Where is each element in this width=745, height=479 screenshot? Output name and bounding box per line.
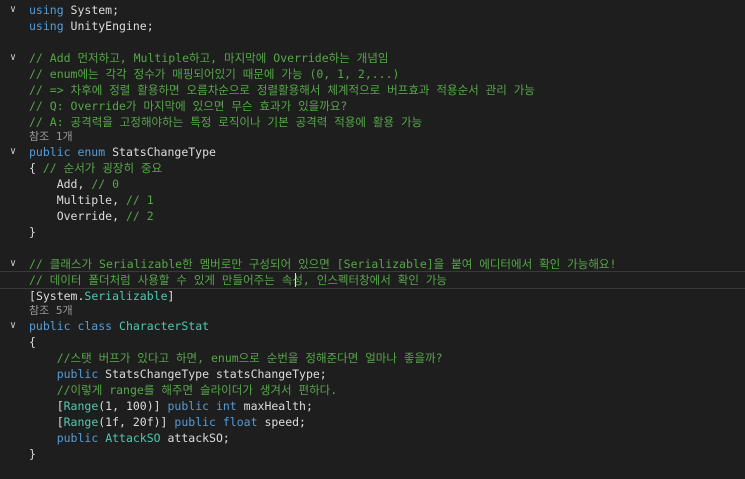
code-line[interactable]: Add, // 0 [0,176,745,192]
code-token: System. [35,289,85,303]
code-line[interactable]: { [0,334,745,350]
code-token: StatsChangeType [105,145,216,159]
code-comment: // 1 [125,193,154,207]
code-token: } [29,225,36,239]
code-keyword: using [29,3,64,17]
code-token: [ [29,415,64,429]
code-token: UnityEngine; [63,19,154,33]
code-line[interactable]: ∨ public enum StatsChangeType [0,144,745,160]
code-line[interactable]: Multiple, // 1 [0,192,745,208]
code-token: } [29,447,36,461]
code-comment: // 2 [125,209,154,223]
code-token: (1, 100)] [98,399,168,413]
code-comment: // Q: Override가 마지막에 있으면 무슨 효과가 있을까요? [29,99,348,113]
code-line[interactable]: //이렇게 range를 해주면 슬라이더가 생겨서 편하다. [0,382,745,398]
code-comment: // 데이터 폴더처럼 사용할 수 있게 만들어주는 속성, 인스펙터창에서 확… [29,273,447,287]
code-line[interactable]: Override, // 2 [0,208,745,224]
code-comment: // 클래스가 Serializable한 멤버로만 구성되어 있으면 [Ser… [29,257,617,271]
code-keyword: public class [29,319,113,333]
code-line[interactable]: ∨ using System; [0,2,745,18]
code-editor[interactable]: ∨ using System; using UnityEngine; ∨// Add … [0,2,745,462]
code-token: Range [63,415,99,429]
code-line[interactable]: ∨ // Add 먼저하고, Multiple하고, 마지막에 Override하… [0,50,745,66]
code-line[interactable] [0,34,745,50]
code-comment: // 순서가 굉장히 중요 [42,161,163,175]
code-token: Add, [29,177,92,191]
code-keyword: public enum [29,145,106,159]
code-comment: // 0 [91,177,120,191]
code-token: Range [63,399,99,413]
code-token: AttackSO [105,431,161,445]
code-token: Override, [29,209,126,223]
code-comment: // enum에는 각각 정수가 매핑되어있기 때문에 가능 (0, 1, 2,… [29,67,400,81]
code-token: { [29,161,43,175]
code-token: ] [167,289,175,303]
codelens-reference-count[interactable]: 참조 5개 [0,304,745,318]
code-token: speed; [257,415,306,429]
reference-count-label: 참조 5개 [29,304,73,317]
code-line[interactable]: ∨ // 클래스가 Serializable한 멤버로만 구성되어 있으면 [Se… [0,256,745,272]
codelens-reference-count[interactable]: 참조 1개 [0,130,745,144]
code-token: Multiple, [29,193,126,207]
code-comment: //스탯 버프가 있다고 하면, enum으로 순번을 정해준다면 얼마나 좋을… [56,351,443,365]
code-comment: // A: 공격력을 고정해야하는 특정 로직이나 기본 공격력 적용에 활용 … [29,115,423,129]
code-line[interactable]: public StatsChangeType statsChangeType; [0,366,745,382]
code-token: maxHealth; [236,399,313,413]
code-token: { [29,335,36,349]
fold-chevron-icon[interactable]: ∨ [7,50,19,66]
code-comment: //이렇게 range를 해주면 슬라이더가 생겨서 편하다. [56,383,338,397]
code-keyword: using [29,19,64,33]
code-keyword: public [56,367,99,381]
code-comment: // => 차후에 정렬 활용하면 오름차순으로 정렬활용해서 체계적으로 버프… [29,83,535,97]
code-keyword: public [56,431,99,445]
code-keyword: public int [167,399,237,413]
code-line[interactable]: [Range(1f, 20f)] public float speed; [0,414,745,430]
reference-count-label: 참조 1개 [29,130,73,143]
code-token: StatsChangeType statsChangeType; [98,367,327,381]
fold-chevron-icon[interactable]: ∨ [7,318,19,334]
code-comment: // Add 먼저하고, Multiple하고, 마지막에 Override하는… [29,51,389,65]
code-line[interactable] [0,240,745,256]
code-line[interactable]: // => 차후에 정렬 활용하면 오름차순으로 정렬활용해서 체계적으로 버프… [0,82,745,98]
code-token: CharacterStat [119,319,210,333]
fold-chevron-icon[interactable]: ∨ [7,256,19,272]
code-token: (1f, 20f)] [98,415,175,429]
text-caret [295,273,296,287]
code-token: attackSO; [160,431,230,445]
code-line[interactable]: [Range(1, 100)] public int maxHealth; [0,398,745,414]
code-line[interactable]: // enum에는 각각 정수가 매핑되어있기 때문에 가능 (0, 1, 2,… [0,66,745,82]
code-line[interactable]: [System.Serializable] [0,288,745,304]
code-token: Serializable [84,289,168,303]
code-line[interactable]: } [0,446,745,462]
code-token: System; [63,3,120,17]
code-line[interactable]: { // 순서가 굉장히 중요 [0,160,745,176]
code-line[interactable]: // 데이터 폴더처럼 사용할 수 있게 만들어주는 속성, 인스펙터창에서 확… [0,271,745,289]
fold-chevron-icon[interactable]: ∨ [7,2,19,18]
code-line[interactable]: } [0,224,745,240]
code-line[interactable]: public AttackSO attackSO; [0,430,745,446]
code-token: [ [29,289,36,303]
code-line[interactable]: ∨ public class CharacterStat [0,318,745,334]
code-keyword: public float [174,415,258,429]
code-line[interactable]: // A: 공격력을 고정해야하는 특정 로직이나 기본 공격력 적용에 활용 … [0,114,745,130]
code-line[interactable]: using UnityEngine; [0,18,745,34]
code-token: [ [29,399,64,413]
code-line[interactable]: // Q: Override가 마지막에 있으면 무슨 효과가 있을까요? [0,98,745,114]
code-line[interactable]: //스탯 버프가 있다고 하면, enum으로 순번을 정해준다면 얼마나 좋을… [0,350,745,366]
fold-chevron-icon[interactable]: ∨ [7,144,19,160]
